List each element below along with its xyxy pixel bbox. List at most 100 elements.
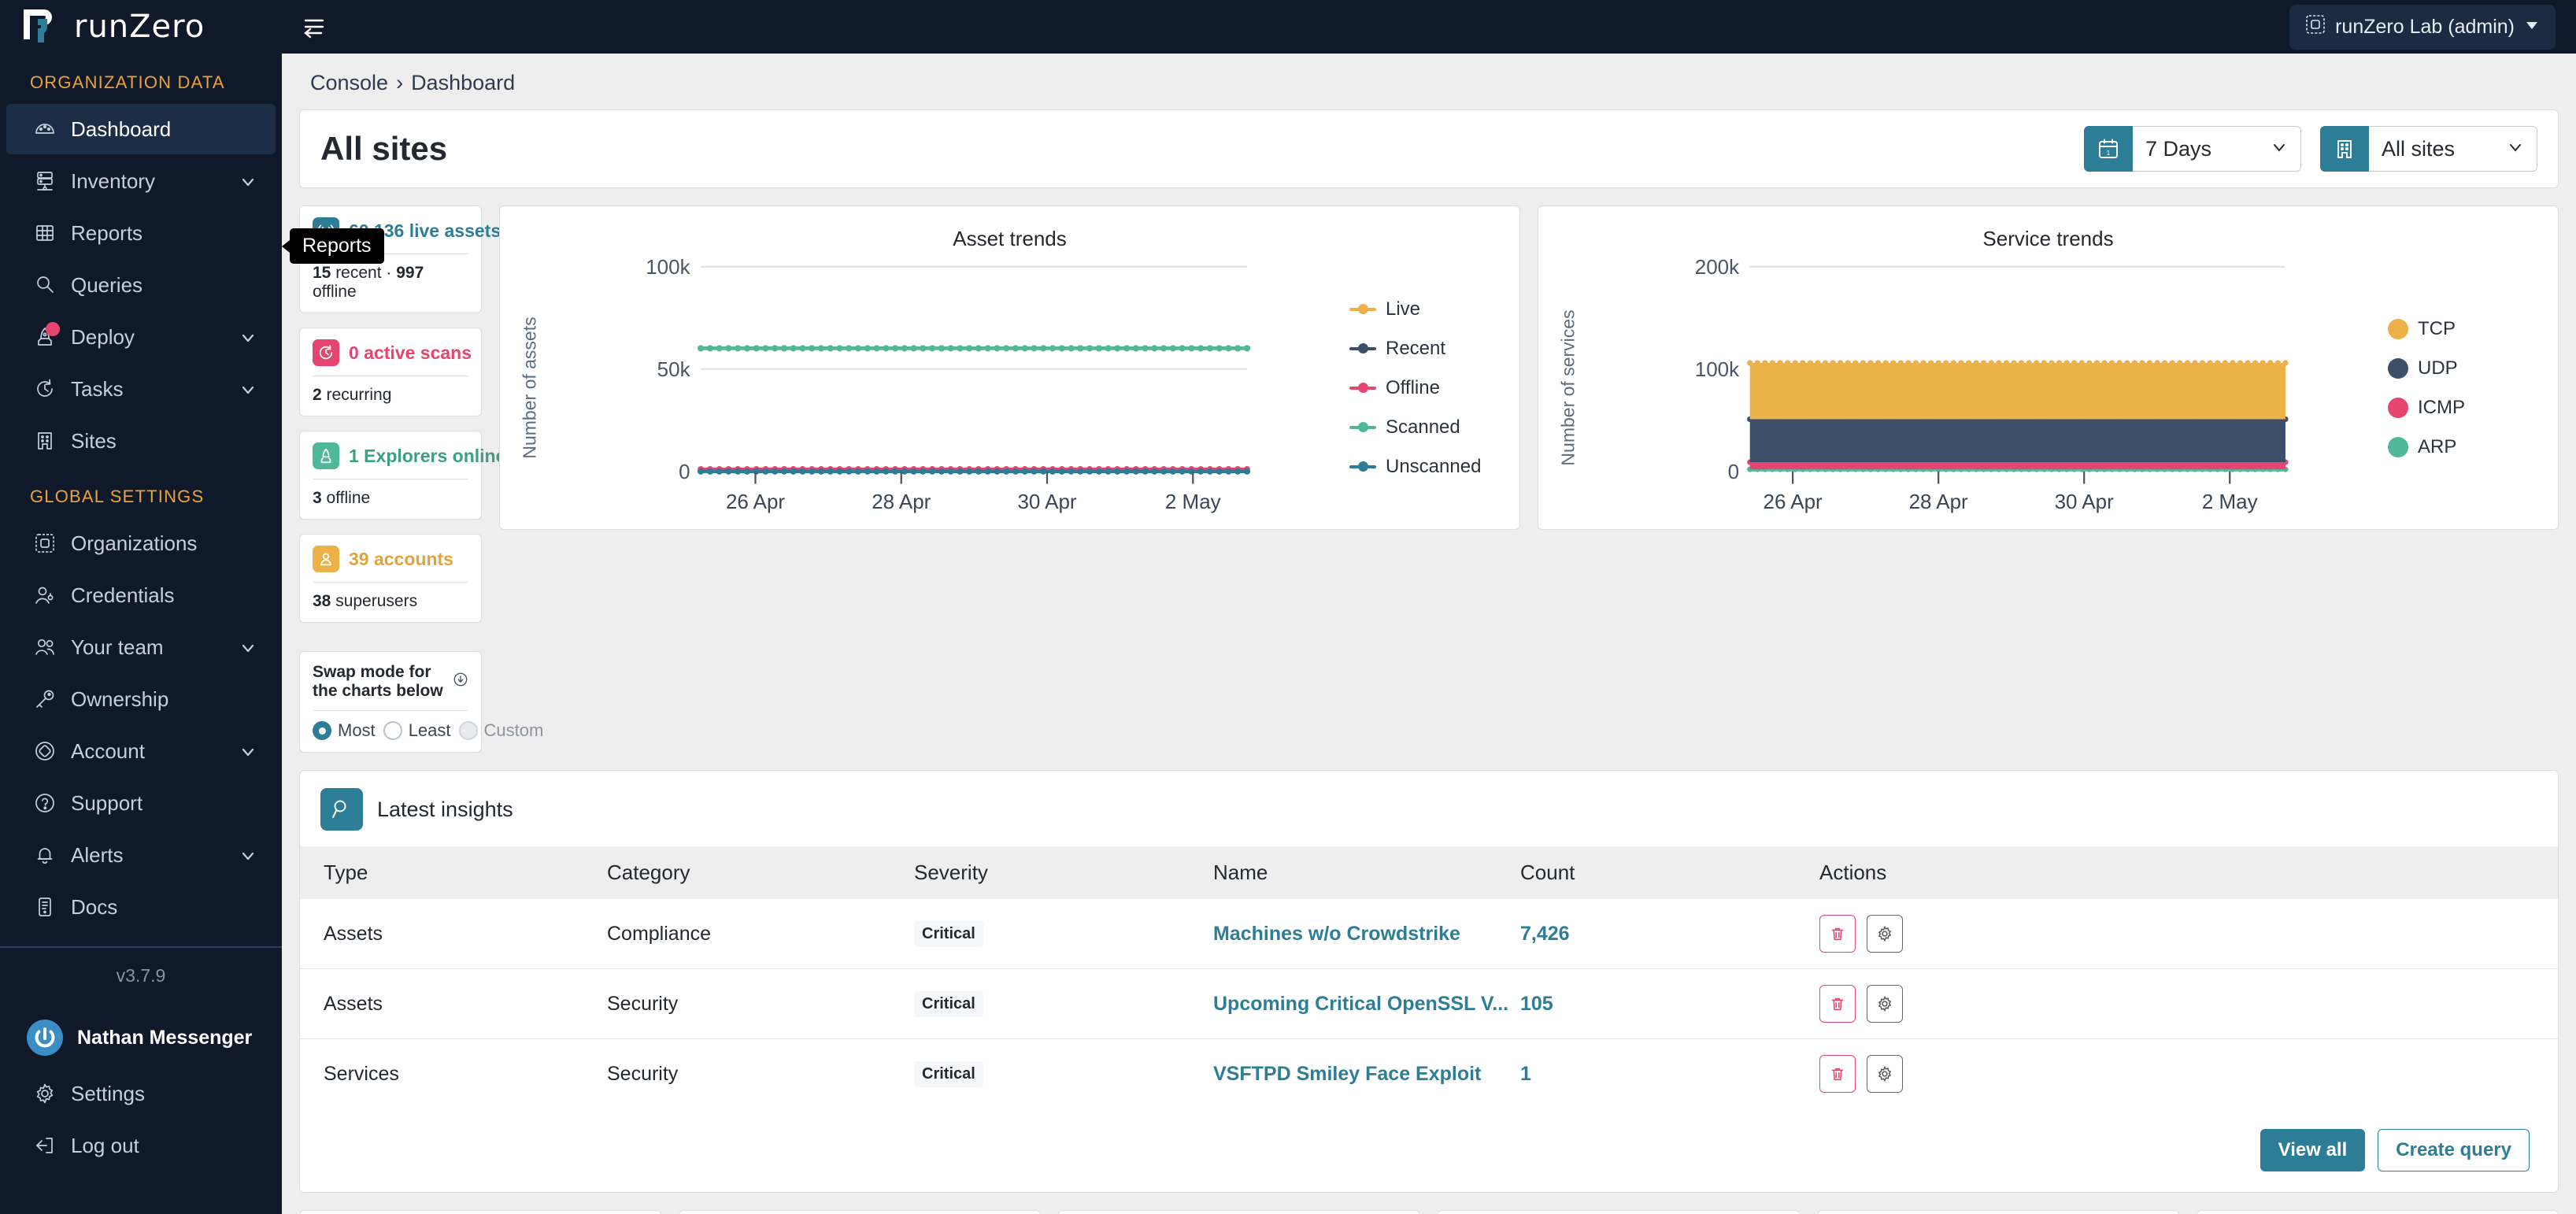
site-picker[interactable]: All sites (2320, 126, 2537, 172)
sidebar-item-reports[interactable]: Reports (6, 208, 276, 258)
runzero-logo-icon (20, 6, 65, 47)
insights-footer-buttons: View all Create query (300, 1109, 2558, 1192)
svg-text:2 May: 2 May (2202, 490, 2258, 513)
radio-icon[interactable] (313, 721, 331, 740)
trash-icon[interactable] (1819, 915, 1856, 953)
sidebar-user[interactable]: Nathan Messenger (0, 1007, 282, 1068)
sidebar-item-ownership[interactable]: Ownership (6, 674, 276, 724)
legend-marker-icon (1349, 303, 1376, 314)
radio-icon[interactable] (383, 721, 402, 740)
trash-icon[interactable] (1819, 985, 1856, 1023)
svg-text:26 Apr: 26 Apr (1764, 490, 1823, 513)
gear-icon[interactable] (1867, 915, 1903, 953)
date-range-select[interactable]: 7 Days (2133, 126, 2301, 172)
insights-col-type: Type (300, 846, 607, 899)
mini-chart-card-2: Most seenLeast seenMost seen hardwareSer… (1058, 1210, 1420, 1214)
calendar-icon: 1 (2084, 126, 2133, 172)
organization-switcher[interactable]: runZero Lab (admin) (2289, 4, 2556, 50)
svg-text:30 Apr: 30 Apr (2055, 490, 2114, 513)
sidebar-item-your-team[interactable]: Your team (6, 622, 276, 672)
gear-icon[interactable] (1867, 985, 1903, 1023)
sidebar-item-docs[interactable]: Docs (6, 882, 276, 932)
swap-option-label: Most (338, 720, 376, 740)
sidebar-item-inventory[interactable]: Inventory (6, 156, 276, 206)
sidebar-item-dashboard[interactable]: Dashboard (6, 104, 276, 154)
sidebar-item-sites[interactable]: Sites (6, 416, 276, 466)
swap-option-custom[interactable]: Custom (458, 720, 543, 741)
chevron-down-icon[interactable] (239, 638, 258, 657)
table-icon (33, 221, 57, 245)
chevron-down-icon[interactable] (239, 172, 258, 191)
insight-name[interactable]: Machines w/o Crowdstrike (1213, 899, 1520, 969)
legend-label: Scanned (1386, 416, 1460, 438)
chevron-down-icon[interactable] (239, 846, 258, 864)
sidebar-item-label: Log out (71, 1133, 139, 1157)
user-icon (313, 546, 339, 572)
service-trends-ylabel: Number of services (1557, 309, 1579, 466)
radio-icon[interactable] (458, 721, 478, 740)
sidebar-item-label: Docs (71, 894, 118, 919)
sidebar-item-support[interactable]: Support (6, 778, 276, 828)
service-trends-plot: 0 100k 200k 26 Apr 28 Apr 30 Apr 2 May (1584, 254, 2378, 521)
legend-label: ICMP (2418, 396, 2465, 418)
app-logo[interactable]: runZero (0, 0, 282, 54)
svg-text:50k: 50k (657, 357, 691, 381)
scan-icon (313, 339, 339, 366)
swap-option-most[interactable]: Most (313, 720, 376, 741)
service-trends-plot-wrap: Number of services 0 100k 200k 26 Apr 28 Apr… (1553, 254, 2544, 521)
chevron-down-icon[interactable] (239, 328, 258, 346)
info-download-icon[interactable] (453, 672, 468, 692)
legend-item-recent: Recent (1349, 338, 1505, 360)
trash-icon[interactable] (1819, 1055, 1856, 1093)
top-bar: runZero runZero Lab (admin) (0, 0, 2576, 54)
svg-text:26 Apr: 26 Apr (726, 490, 785, 513)
sidebar-item-organizations[interactable]: Organizations (6, 518, 276, 568)
sidebar-item-settings[interactable]: Settings (6, 1068, 276, 1119)
sidebar-item-account[interactable]: Account (6, 726, 276, 776)
insight-name[interactable]: Upcoming Critical OpenSSL V... (1213, 968, 1520, 1039)
sidebar-item-deploy[interactable]: Deploy (6, 312, 276, 362)
latest-insights-card: Latest insights Type Category Severity Name… (299, 770, 2559, 1193)
service-trends-legend: TCP UDP ICMP ARP (2378, 254, 2544, 521)
chevron-down-icon[interactable] (239, 379, 258, 398)
credentials-icon (33, 583, 57, 607)
insight-count[interactable]: 1 (1520, 1039, 1819, 1109)
insight-count[interactable]: 105 (1520, 968, 1819, 1039)
asset-trends-ylabel-box: Number of assets (514, 254, 546, 521)
legend-item-offline: Offline (1349, 377, 1505, 399)
stat-card-title[interactable]: 39 accounts (349, 549, 453, 570)
sidebar-item-label: Settings (71, 1081, 145, 1105)
bell-icon (33, 843, 57, 867)
breadcrumb-console[interactable]: Console (310, 71, 388, 95)
date-range-picker[interactable]: 1 7 Days (2084, 126, 2301, 172)
insights-col-name: Name (1213, 846, 1520, 899)
swap-option-least[interactable]: Least (383, 720, 451, 741)
view-all-button[interactable]: View all (2260, 1129, 2366, 1171)
sidebar-item-tasks[interactable]: Tasks (6, 364, 276, 414)
sidebar-item-queries[interactable]: Queries (6, 260, 276, 310)
account-icon (33, 739, 57, 763)
sidebar-item-credentials[interactable]: Credentials (6, 570, 276, 620)
hamburger-back-icon[interactable] (293, 6, 335, 48)
insight-name[interactable]: VSFTPD Smiley Face Exploit (1213, 1039, 1520, 1109)
insight-count[interactable]: 7,426 (1520, 899, 1819, 969)
breadcrumb-separator: › (396, 71, 404, 94)
svg-text:28 Apr: 28 Apr (872, 490, 931, 513)
gear-icon[interactable] (1867, 1055, 1903, 1093)
stat-card-title[interactable]: 1 Explorers online (349, 446, 505, 467)
svg-text:0: 0 (679, 460, 690, 483)
create-query-button[interactable]: Create query (2378, 1129, 2530, 1171)
organization-icon (2305, 14, 2326, 40)
sidebar-item-label: Sites (71, 428, 117, 453)
chevron-down-icon (2524, 16, 2540, 39)
stat-card-title[interactable]: 0 active scans (349, 342, 472, 364)
sidebar-item-alerts[interactable]: Alerts (6, 830, 276, 880)
chevron-down-icon[interactable] (239, 742, 258, 761)
asset-trends-card: Asset trends Number of assets 0 50k 100k 26… (499, 205, 1520, 530)
question-circle-icon (33, 791, 57, 815)
insights-col-severity: Severity (914, 846, 1213, 899)
insights-col-category: Category (607, 846, 914, 899)
sidebar-item-label: Your team (71, 635, 164, 659)
site-select[interactable]: All sites (2369, 126, 2537, 172)
sidebar-item-log-out[interactable]: Log out (6, 1120, 276, 1171)
